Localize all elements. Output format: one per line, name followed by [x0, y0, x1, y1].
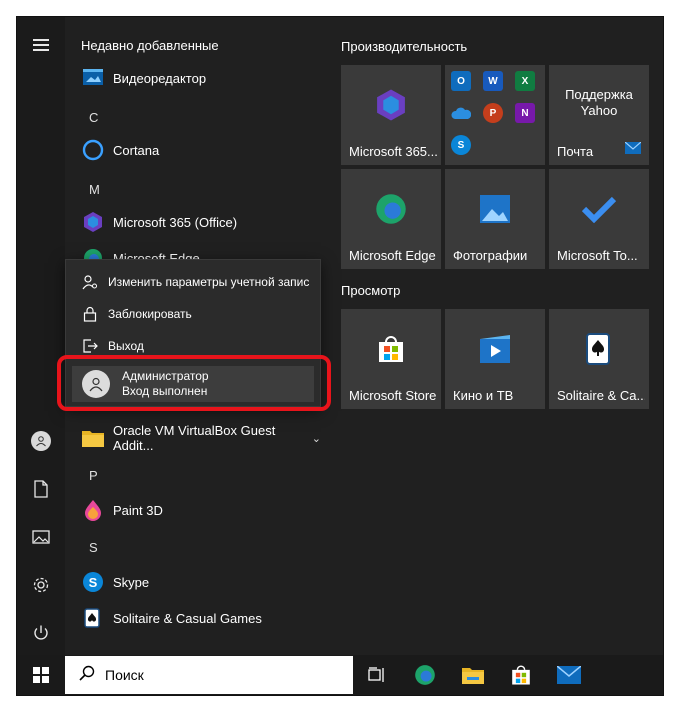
- tile-label: Фотографии: [453, 248, 528, 263]
- taskbar-file-explorer-icon[interactable]: [449, 655, 497, 695]
- group-title-explore[interactable]: Просмотр: [341, 283, 400, 298]
- microsoft-365-icon: [81, 210, 105, 234]
- list-item-label: Oracle VM VirtualBox Guest Addit...: [113, 423, 276, 453]
- group-title-productivity[interactable]: Производительность: [341, 39, 467, 54]
- list-item-label: Skype: [113, 574, 150, 590]
- video-editor-icon: [81, 66, 105, 90]
- task-view-icon[interactable]: [353, 655, 401, 695]
- list-item-label: Cortana: [113, 142, 160, 158]
- tile-movies-tv[interactable]: Кино и ТВ: [445, 309, 545, 409]
- power-icon[interactable]: [17, 611, 65, 655]
- list-item-solitaire[interactable]: Solitaire & Casual Games: [81, 600, 321, 636]
- letter-header-m[interactable]: M: [89, 182, 100, 197]
- list-item-label: Solitaire & Casual Games: [113, 610, 262, 626]
- change-account-settings-item[interactable]: Изменить параметры учетной запис: [66, 266, 322, 298]
- letter-header-p[interactable]: P: [89, 468, 98, 483]
- tile-support-line1: Поддержка: [565, 87, 633, 102]
- tile-microsoft-store[interactable]: Microsoft Store: [341, 309, 441, 409]
- tile-microsoft-365[interactable]: Microsoft 365...: [341, 65, 441, 165]
- mail-icon: [624, 141, 642, 157]
- highlight-annotation-box: [57, 355, 331, 411]
- tile-photos[interactable]: Фотографии: [445, 169, 545, 269]
- hamburger-menu-icon[interactable]: [17, 23, 65, 67]
- search-box[interactable]: Поиск: [65, 656, 353, 694]
- start-button[interactable]: [17, 655, 65, 695]
- windows-logo-icon: [33, 667, 49, 683]
- lock-icon: [78, 306, 102, 322]
- change-account-settings-label: Изменить параметры учетной запис: [108, 275, 310, 289]
- letter-header-s[interactable]: S: [89, 540, 98, 555]
- pictures-icon[interactable]: [17, 515, 65, 559]
- user-settings-icon: [78, 274, 102, 290]
- onenote-icon: N: [515, 103, 535, 123]
- settings-gear-icon[interactable]: [17, 563, 65, 607]
- store-icon: [341, 309, 441, 389]
- tile-label: Microsoft To...: [557, 248, 638, 263]
- list-item-paint-3d[interactable]: Paint 3D: [81, 492, 321, 528]
- tile-label: Microsoft Edge: [349, 248, 436, 263]
- cortana-icon: [81, 138, 105, 162]
- user-account-button[interactable]: [17, 419, 65, 463]
- word-icon: W: [483, 71, 503, 91]
- taskbar-edge-icon[interactable]: [401, 655, 449, 695]
- list-item-label: Microsoft 365 (Office): [113, 214, 238, 230]
- paint-3d-icon: [81, 498, 105, 522]
- taskbar-mail-icon[interactable]: [545, 655, 593, 695]
- sign-out-label: Выход: [108, 339, 144, 353]
- list-item-video-editor[interactable]: Видеоредактор: [81, 60, 321, 96]
- tile-microsoft-edge[interactable]: Microsoft Edge: [341, 169, 441, 269]
- tile-office-apps-folder[interactable]: O W X P N S: [445, 65, 545, 165]
- app-list: Недавно добавленные Видеоредактор C Cort…: [57, 17, 331, 655]
- powerpoint-icon: P: [483, 103, 503, 123]
- taskbar-store-icon[interactable]: [497, 655, 545, 695]
- list-item-virtualbox-folder[interactable]: Oracle VM VirtualBox Guest Addit... ⌄: [81, 420, 321, 456]
- outlook-icon: O: [451, 71, 471, 91]
- list-item-label: Видеоредактор: [113, 70, 207, 86]
- tile-label: Кино и ТВ: [453, 388, 514, 403]
- tile-microsoft-todo[interactable]: Microsoft To...: [549, 169, 649, 269]
- search-icon: [79, 665, 95, 686]
- list-item-cortana[interactable]: Cortana: [81, 132, 321, 168]
- taskbar: Поиск: [17, 655, 663, 695]
- start-rail: [17, 17, 65, 655]
- solitaire-icon: [549, 309, 649, 389]
- edge-icon: [341, 169, 441, 249]
- excel-icon: X: [515, 71, 535, 91]
- tile-support-line2: Yahoo: [580, 103, 618, 118]
- skype-icon: S: [451, 135, 471, 155]
- tile-label: Microsoft Store: [349, 388, 437, 403]
- tile-yahoo-mail[interactable]: Поддержка Yahoo Почта: [549, 65, 649, 165]
- solitaire-icon: [81, 606, 105, 630]
- photos-icon: [445, 169, 545, 249]
- skype-icon: S: [81, 570, 105, 594]
- chevron-down-icon[interactable]: ⌄: [312, 432, 321, 445]
- list-item-label: Paint 3D: [113, 502, 163, 518]
- folder-icon: [81, 426, 105, 450]
- microsoft-365-icon: [341, 65, 441, 145]
- recently-added-header: Недавно добавленные: [81, 38, 219, 53]
- documents-icon[interactable]: [17, 467, 65, 511]
- svg-text:S: S: [89, 575, 98, 590]
- list-item-skype[interactable]: S Skype: [81, 564, 321, 600]
- user-avatar-icon: [31, 431, 51, 451]
- onedrive-icon: [451, 103, 471, 123]
- tile-label: Solitaire & Ca...: [557, 388, 645, 403]
- list-item-microsoft-365[interactable]: Microsoft 365 (Office): [81, 204, 321, 240]
- sign-out-icon: [78, 338, 102, 354]
- letter-header-c[interactable]: C: [89, 110, 98, 125]
- lock-label: Заблокировать: [108, 307, 192, 321]
- lock-item[interactable]: Заблокировать: [66, 298, 322, 330]
- todo-checkmark-icon: [549, 169, 649, 249]
- tile-label: Microsoft 365...: [349, 144, 437, 159]
- tile-solitaire[interactable]: Solitaire & Ca...: [549, 309, 649, 409]
- start-menu-window: Недавно добавленные Видеоредактор C Cort…: [16, 16, 664, 696]
- movies-tv-icon: [445, 309, 545, 389]
- start-menu: Недавно добавленные Видеоредактор C Cort…: [17, 17, 663, 655]
- search-placeholder: Поиск: [105, 667, 144, 683]
